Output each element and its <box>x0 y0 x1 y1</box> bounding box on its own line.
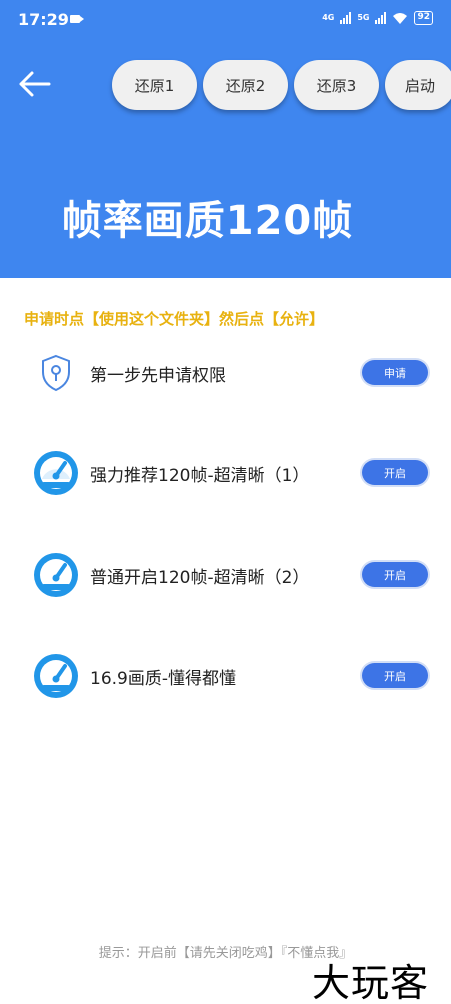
speedometer-icon <box>34 654 78 698</box>
status-time: 17:29 <box>18 10 69 29</box>
signal-icon <box>375 12 387 24</box>
network-label-1: 4G <box>322 13 335 22</box>
watermark-logo: 大玩客 <box>312 961 430 1004</box>
video-camera-icon <box>70 15 84 23</box>
header-banner: 17:29 4G 5G 92 还原1 还原2 还原3 启动 帧率画质120帧 <box>0 0 451 278</box>
wifi-icon <box>393 12 408 24</box>
restore-1-button[interactable]: 还原1 <box>112 60 197 110</box>
instruction-text: 申请时点【使用这个文件夹】然后点【允许】 <box>24 310 325 328</box>
row-label: 16.9画质-懂得都懂 <box>90 669 236 689</box>
speedometer-icon <box>34 553 78 597</box>
network-label-2: 5G <box>357 13 370 22</box>
battery-indicator: 92 <box>414 11 433 25</box>
list-item-16-9-quality: 16.9画质-懂得都懂 开启 <box>0 650 451 702</box>
apply-button[interactable]: 申请 <box>362 360 428 385</box>
list-item-permission: 第一步先申请权限 申请 <box>0 347 451 399</box>
row-label: 强力推荐120帧-超清晰（1） <box>90 466 310 486</box>
back-button[interactable] <box>14 66 54 102</box>
status-bar: 17:29 4G 5G 92 <box>0 0 451 40</box>
restore-3-button[interactable]: 还原3 <box>294 60 379 110</box>
list-item-120fps-2: 普通开启120帧-超清晰（2） 开启 <box>0 549 451 601</box>
status-icons: 4G 5G 92 <box>322 11 433 25</box>
row-label: 普通开启120帧-超清晰（2） <box>90 568 310 588</box>
list-item-120fps-1: 强力推荐120帧-超清晰（1） 开启 <box>0 447 451 499</box>
enable-button[interactable]: 开启 <box>362 460 428 485</box>
signal-icon <box>340 12 352 24</box>
shield-icon <box>42 354 70 392</box>
arrow-left-icon <box>19 71 51 97</box>
speedometer-icon <box>34 451 78 495</box>
page-title: 帧率画质120帧 <box>61 198 354 244</box>
row-label: 第一步先申请权限 <box>90 366 226 386</box>
restore-2-button[interactable]: 还原2 <box>203 60 288 110</box>
enable-button[interactable]: 开启 <box>362 663 428 688</box>
enable-button[interactable]: 开启 <box>362 562 428 587</box>
launch-button[interactable]: 启动 <box>385 60 451 110</box>
